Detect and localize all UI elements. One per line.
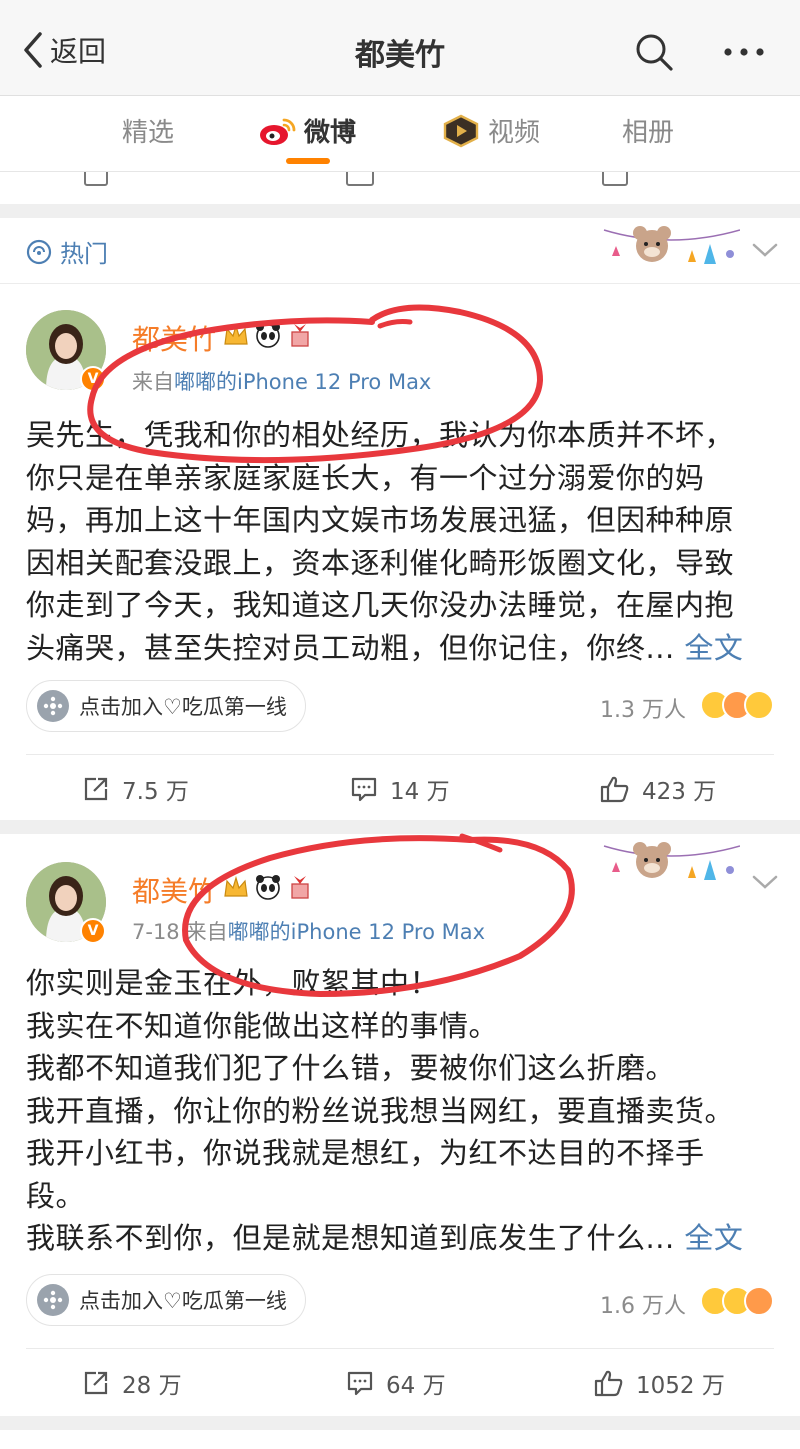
tab-video[interactable]: 视频 — [440, 112, 540, 149]
post-body[interactable]: 你实则是金玉在外，败絮其中！ 我实在不知道你能做出这样的事情。 我都不知道我们犯… — [26, 962, 776, 1260]
tab-weibo[interactable]: 微博 — [258, 112, 356, 149]
verified-badge: V — [80, 918, 106, 944]
page-title: 都美竹 — [355, 38, 445, 73]
comment-button[interactable]: 64 万 — [346, 1366, 446, 1400]
section-gap — [0, 1416, 800, 1430]
crown-icon — [224, 323, 248, 345]
repost-button[interactable]: 28 万 — [82, 1366, 182, 1400]
comment-icon — [351, 777, 377, 802]
laugh-emoji-icon — [744, 1286, 774, 1316]
hot-label[interactable]: 热门 — [26, 234, 108, 269]
member-badges[interactable] — [222, 322, 314, 348]
like-button[interactable]: 423 万 — [600, 772, 716, 806]
weibo-logo-icon — [260, 118, 296, 145]
more-icon[interactable] — [722, 38, 766, 66]
repost-icon — [84, 1371, 108, 1395]
full-text-link[interactable]: 全文 — [684, 631, 743, 665]
group-member-count: 1.3 万人 — [600, 698, 686, 723]
comment-icon — [347, 1371, 373, 1396]
member-badges[interactable] — [222, 874, 314, 900]
party-sticker-icon — [603, 226, 740, 264]
post-actions: 28 万 64 万 1052 万 — [0, 1350, 800, 1410]
group-icon — [37, 1284, 69, 1316]
hot-section-header: 热门 — [0, 218, 800, 284]
video-icon — [443, 114, 479, 147]
reaction-emojis — [700, 690, 774, 720]
thumbs-up-icon — [600, 776, 629, 803]
chevron-down-icon[interactable] — [752, 242, 778, 258]
thumbs-up-icon — [594, 1370, 623, 1397]
active-tab-indicator — [286, 158, 330, 164]
author-name[interactable]: 都美竹 — [132, 870, 216, 910]
verified-badge: V — [80, 366, 106, 392]
device-source[interactable]: 嘟嘟的iPhone 12 Pro Max — [174, 370, 431, 394]
previous-post-actions — [0, 172, 800, 204]
section-gap — [0, 204, 800, 218]
post-card: V 都美竹 7-18 来自嘟嘟的iPhone 12 Pro Max 你实则是金玉在… — [0, 834, 800, 1416]
full-text-link[interactable]: 全文 — [684, 1221, 743, 1255]
repost-button[interactable]: 7.5 万 — [82, 772, 189, 806]
post-actions: 7.5 万 14 万 423 万 — [0, 756, 800, 816]
post-meta: 来自嘟嘟的iPhone 12 Pro Max — [132, 370, 432, 394]
post-meta: 7-18 来自嘟嘟的iPhone 12 Pro Max — [132, 920, 486, 944]
like-button[interactable]: 1052 万 — [594, 1366, 725, 1400]
repost-icon — [84, 777, 108, 801]
tab-featured[interactable]: 精选 — [122, 112, 174, 149]
tab-album[interactable]: 相册 — [622, 112, 674, 149]
search-icon[interactable] — [634, 32, 674, 72]
panda-icon — [256, 875, 280, 900]
gift-icon — [291, 876, 309, 899]
surprised-emoji-icon — [744, 690, 774, 720]
group-member-count: 1.6 万人 — [600, 1294, 686, 1319]
join-group-button[interactable]: 点击加入♡吃瓜第一线 — [26, 680, 306, 732]
post-card: V 都美竹 来自嘟嘟的iPhone 12 Pro Max 吴先生，凭我和你的相处… — [0, 284, 800, 820]
post-body[interactable]: 吴先生，凭我和你的相处经历，我认为你本质并不坏， 你只是在单亲家庭家庭长大，有一… — [26, 414, 776, 669]
post-time: 7-18 — [132, 920, 180, 944]
gift-icon — [291, 324, 309, 347]
author-name[interactable]: 都美竹 — [132, 318, 216, 358]
profile-tabs: 精选 微博 视频 相册 — [0, 96, 800, 172]
join-group-button[interactable]: 点击加入♡吃瓜第一线 — [26, 1274, 306, 1326]
reaction-emojis — [700, 1286, 774, 1316]
comment-button[interactable]: 14 万 — [350, 772, 450, 806]
device-source[interactable]: 嘟嘟的iPhone 12 Pro Max — [228, 920, 485, 944]
chevron-down-icon[interactable] — [752, 874, 778, 890]
party-sticker-icon — [603, 842, 740, 880]
group-icon — [37, 690, 69, 722]
section-gap — [0, 820, 800, 834]
crown-icon — [224, 875, 248, 897]
hot-icon — [26, 239, 52, 264]
next-post-card — [0, 1430, 800, 1449]
navigation-bar: 返回 都美竹 — [0, 0, 800, 96]
panda-icon — [256, 323, 280, 348]
